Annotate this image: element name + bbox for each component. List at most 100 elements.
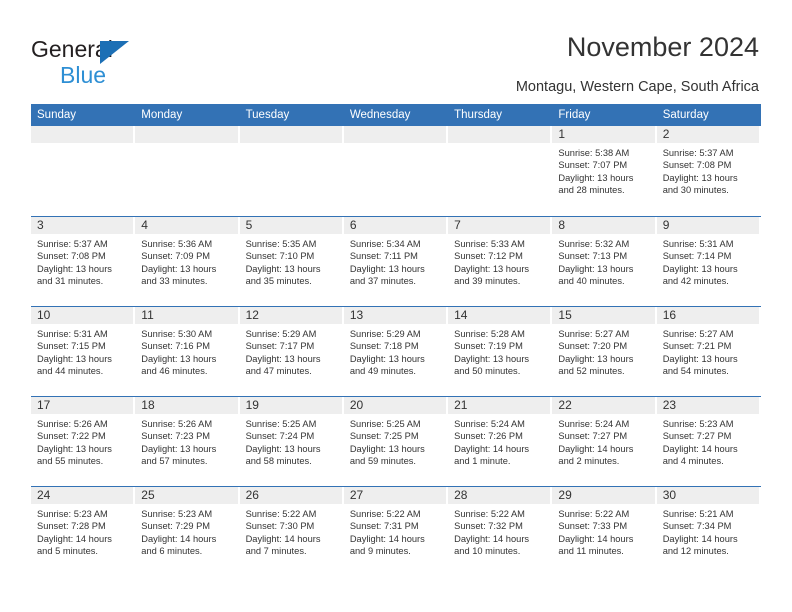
calendar-day-cell[interactable]: 6 Sunrise: 5:34 AM Sunset: 7:11 PM Daylight… <box>343 217 449 306</box>
calendar-day-cell[interactable]: 8 Sunrise: 5:32 AM Sunset: 7:13 PM Daylight… <box>552 217 657 306</box>
day-number: 6 <box>343 217 447 234</box>
day-number: 20 <box>343 397 447 414</box>
daylight-text: Daylight: 13 hours and 59 minutes. <box>349 443 425 466</box>
sunset-text: Sunset: 7:17 PM <box>245 341 315 352</box>
calendar-day-cell[interactable]: 14 Sunrise: 5:28 AM Sunset: 7:19 PM Dayligh… <box>448 307 553 396</box>
sunset-text: Sunset: 7:18 PM <box>349 341 419 352</box>
daylight-text: Daylight: 13 hours and 52 minutes. <box>558 353 634 376</box>
calendar-day-cell[interactable]: 17 Sunrise: 5:26 AM Sunset: 7:22 PM Dayligh… <box>31 397 136 486</box>
sunset-text: Sunset: 7:28 PM <box>37 521 106 532</box>
sunset-text: Sunset: 7:32 PM <box>454 521 523 532</box>
day-number: 10 <box>31 307 134 324</box>
sunset-text: Sunset: 7:15 PM <box>37 341 106 352</box>
calendar-day-cell[interactable]: 24 Sunrise: 5:23 AM Sunset: 7:28 PM Dayligh… <box>31 487 136 576</box>
calendar-day-cell[interactable]: 5 Sunrise: 5:35 AM Sunset: 7:10 PM Daylight… <box>239 217 344 306</box>
calendar-day-cell[interactable]: 3 Sunrise: 5:37 AM Sunset: 7:08 PM Daylight… <box>31 217 136 306</box>
day-sun-info: Sunrise: 5:27 AM Sunset: 7:21 PM Daylight:… <box>657 324 761 377</box>
calendar-day-cell[interactable]: 4 Sunrise: 5:36 AM Sunset: 7:09 PM Daylight… <box>135 217 240 306</box>
weekday-header-wednesday: Wednesday <box>349 109 411 121</box>
sunset-text: Sunset: 7:08 PM <box>662 160 732 171</box>
calendar-day-cell[interactable]: 16 Sunrise: 5:27 AM Sunset: 7:21 PM Dayligh… <box>656 307 761 396</box>
sunset-text: Sunset: 7:10 PM <box>245 251 315 262</box>
sunset-text: Sunset: 7:23 PM <box>141 431 211 442</box>
calendar-day-cell[interactable]: 10 Sunrise: 5:31 AM Sunset: 7:15 PM Dayligh… <box>31 307 136 396</box>
sunset-text: Sunset: 7:25 PM <box>349 431 419 442</box>
sunrise-text: Sunrise: 5:37 AM <box>37 239 108 249</box>
day-number: 21 <box>448 397 551 414</box>
sunrise-text: Sunrise: 5:22 AM <box>245 509 317 519</box>
sunset-text: Sunset: 7:30 PM <box>245 521 315 532</box>
calendar-day-cell[interactable]: 21 Sunrise: 5:24 AM Sunset: 7:26 PM Dayligh… <box>448 397 553 486</box>
calendar-day-cell-empty <box>31 126 136 216</box>
sunrise-text: Sunrise: 5:23 AM <box>662 419 734 429</box>
daylight-text: Daylight: 13 hours and 28 minutes. <box>558 172 634 195</box>
calendar-day-cell[interactable]: 15 Sunrise: 5:27 AM Sunset: 7:20 PM Dayligh… <box>552 307 657 396</box>
calendar-day-cell[interactable]: 11 Sunrise: 5:30 AM Sunset: 7:16 PM Dayligh… <box>135 307 240 396</box>
calendar-day-cell[interactable]: 7 Sunrise: 5:33 AM Sunset: 7:12 PM Daylight… <box>448 217 553 306</box>
calendar-day-cell[interactable]: 19 Sunrise: 5:25 AM Sunset: 7:24 PM Dayligh… <box>239 397 344 486</box>
calendar-day-cell[interactable]: 20 Sunrise: 5:25 AM Sunset: 7:25 PM Dayligh… <box>343 397 449 486</box>
sunrise-text: Sunrise: 5:32 AM <box>558 239 630 249</box>
day-number: 16 <box>656 307 759 324</box>
day-sun-info: Sunrise: 5:22 AM Sunset: 7:30 PM Daylight:… <box>240 504 344 557</box>
day-number: 30 <box>656 487 759 504</box>
day-sun-info: Sunrise: 5:30 AM Sunset: 7:16 PM Daylight:… <box>135 324 239 377</box>
sunset-text: Sunset: 7:13 PM <box>558 251 628 262</box>
day-sun-info: Sunrise: 5:23 AM Sunset: 7:27 PM Daylight:… <box>657 414 761 467</box>
sunset-text: Sunset: 7:12 PM <box>454 251 523 262</box>
daylight-text: Daylight: 14 hours and 12 minutes. <box>662 533 738 556</box>
day-number: 18 <box>135 397 238 414</box>
daylight-text: Daylight: 14 hours and 9 minutes. <box>349 533 425 556</box>
day-number: 15 <box>552 307 655 324</box>
daylight-text: Daylight: 13 hours and 30 minutes. <box>662 172 738 195</box>
weekday-header-friday: Friday <box>558 109 591 121</box>
sunset-text: Sunset: 7:07 PM <box>558 160 628 171</box>
sunrise-text: Sunrise: 5:21 AM <box>662 509 734 519</box>
daylight-text: Daylight: 14 hours and 5 minutes. <box>37 533 112 556</box>
calendar-day-cell[interactable]: 22 Sunrise: 5:24 AM Sunset: 7:27 PM Dayligh… <box>552 397 657 486</box>
day-number: 14 <box>448 307 551 324</box>
calendar-day-cell[interactable]: 26 Sunrise: 5:22 AM Sunset: 7:30 PM Dayligh… <box>239 487 344 576</box>
day-sun-info: Sunrise: 5:23 AM Sunset: 7:28 PM Daylight:… <box>31 504 135 557</box>
day-number: 29 <box>552 487 655 504</box>
day-number <box>31 126 134 143</box>
day-number: 19 <box>239 397 342 414</box>
page-header: General Blue November 2024 Montagu, West… <box>0 0 792 104</box>
daylight-text: Daylight: 13 hours and 57 minutes. <box>141 443 217 466</box>
sunrise-text: Sunrise: 5:26 AM <box>37 419 108 429</box>
sunrise-text: Sunrise: 5:36 AM <box>141 239 213 249</box>
day-sun-info: Sunrise: 5:24 AM Sunset: 7:27 PM Daylight:… <box>552 414 656 467</box>
daylight-text: Daylight: 14 hours and 4 minutes. <box>662 443 738 466</box>
calendar-day-cell[interactable]: 1 Sunrise: 5:38 AM Sunset: 7:07 PM Daylight… <box>552 126 657 216</box>
sunrise-text: Sunrise: 5:27 AM <box>558 329 630 339</box>
calendar-day-cell[interactable]: 9 Sunrise: 5:31 AM Sunset: 7:14 PM Daylight… <box>656 217 761 306</box>
sunset-text: Sunset: 7:29 PM <box>141 521 211 532</box>
calendar-day-cell[interactable]: 13 Sunrise: 5:29 AM Sunset: 7:18 PM Dayligh… <box>343 307 449 396</box>
daylight-text: Daylight: 13 hours and 49 minutes. <box>349 353 425 376</box>
calendar-day-cell[interactable]: 28 Sunrise: 5:22 AM Sunset: 7:32 PM Dayligh… <box>448 487 553 576</box>
sunrise-text: Sunrise: 5:26 AM <box>141 419 213 429</box>
day-sun-info: Sunrise: 5:31 AM Sunset: 7:15 PM Daylight:… <box>31 324 135 377</box>
sunrise-text: Sunrise: 5:25 AM <box>349 419 421 429</box>
sunset-text: Sunset: 7:09 PM <box>141 251 211 262</box>
day-sun-info: Sunrise: 5:35 AM Sunset: 7:10 PM Daylight:… <box>240 234 344 287</box>
sunset-text: Sunset: 7:08 PM <box>37 251 106 262</box>
calendar-day-cell[interactable]: 2 Sunrise: 5:37 AM Sunset: 7:08 PM Daylight… <box>656 126 761 216</box>
sunset-text: Sunset: 7:20 PM <box>558 341 628 352</box>
sunrise-text: Sunrise: 5:27 AM <box>662 329 734 339</box>
sunset-text: Sunset: 7:22 PM <box>37 431 106 442</box>
calendar-day-cell[interactable]: 23 Sunrise: 5:23 AM Sunset: 7:27 PM Dayligh… <box>656 397 761 486</box>
daylight-text: Daylight: 14 hours and 7 minutes. <box>245 533 321 556</box>
sunrise-text: Sunrise: 5:24 AM <box>558 419 630 429</box>
calendar-day-cell[interactable]: 25 Sunrise: 5:23 AM Sunset: 7:29 PM Dayligh… <box>135 487 240 576</box>
calendar-day-cell[interactable]: 29 Sunrise: 5:22 AM Sunset: 7:33 PM Dayligh… <box>552 487 657 576</box>
calendar-day-cell[interactable]: 18 Sunrise: 5:26 AM Sunset: 7:23 PM Dayligh… <box>135 397 240 486</box>
daylight-text: Daylight: 13 hours and 40 minutes. <box>558 263 634 286</box>
sunset-text: Sunset: 7:19 PM <box>454 341 523 352</box>
calendar-day-cell[interactable]: 27 Sunrise: 5:22 AM Sunset: 7:31 PM Dayligh… <box>343 487 449 576</box>
calendar-day-cell[interactable]: 12 Sunrise: 5:29 AM Sunset: 7:17 PM Dayligh… <box>239 307 344 396</box>
day-sun-info: Sunrise: 5:36 AM Sunset: 7:09 PM Daylight:… <box>135 234 239 287</box>
day-number <box>343 126 447 143</box>
calendar-day-cell[interactable]: 30 Sunrise: 5:21 AM Sunset: 7:34 PM Dayligh… <box>656 487 761 576</box>
day-number <box>448 126 551 143</box>
